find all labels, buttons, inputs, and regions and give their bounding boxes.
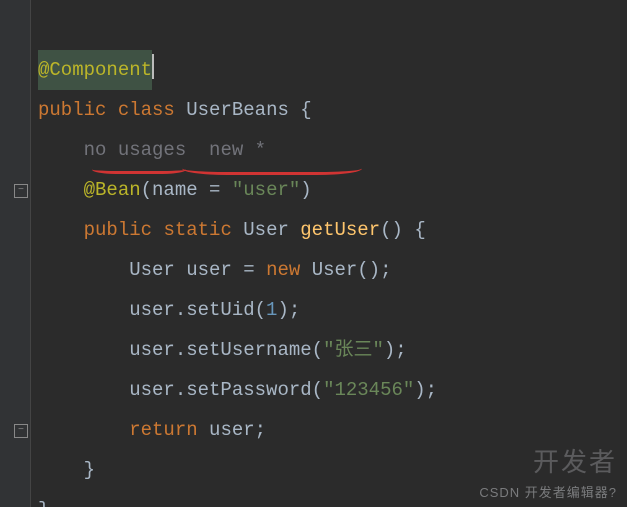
fold-handle-icon[interactable]: − bbox=[14, 184, 28, 198]
call-setuid: user.setUid( bbox=[129, 299, 266, 321]
password-value: "123456" bbox=[323, 379, 414, 401]
return-type: User bbox=[243, 219, 289, 241]
equals: = bbox=[198, 179, 232, 201]
annotation-underline-icon bbox=[182, 162, 362, 175]
paren-open: ( bbox=[141, 179, 152, 201]
local-var: user bbox=[186, 259, 232, 281]
uid-value: 1 bbox=[266, 299, 277, 321]
paren-close: ) bbox=[300, 179, 311, 201]
empty-parens: () bbox=[380, 219, 403, 241]
username-value: "张三" bbox=[323, 339, 384, 361]
close-call: ); bbox=[277, 299, 300, 321]
brace-open: { bbox=[300, 99, 311, 121]
keyword-return: return bbox=[129, 419, 197, 441]
brace-open: { bbox=[414, 219, 425, 241]
return-var: user bbox=[209, 419, 255, 441]
assign: = bbox=[232, 259, 266, 281]
close-call: ); bbox=[414, 379, 437, 401]
keyword-class: class bbox=[118, 99, 175, 121]
watermark-text: CSDN 开发者编辑器? bbox=[479, 482, 617, 501]
annotation-bean: @Bean bbox=[84, 179, 141, 201]
annotation-component: @Component bbox=[38, 59, 152, 81]
semicolon: ; bbox=[380, 259, 391, 281]
brace-close: } bbox=[38, 499, 49, 507]
keyword-public: public bbox=[38, 99, 106, 121]
close-call: ); bbox=[384, 339, 407, 361]
code-editor-area[interactable]: @Component public class UserBeans { no u… bbox=[38, 10, 437, 507]
annotation-underline-icon bbox=[92, 165, 186, 174]
keyword-public: public bbox=[84, 219, 152, 241]
inlay-hint-new: new * bbox=[209, 139, 266, 161]
call-setusername: user.setUsername( bbox=[129, 339, 323, 361]
editor-gutter: − − bbox=[0, 0, 31, 507]
ctor-type: User bbox=[312, 259, 358, 281]
inlay-hint-usages: no usages bbox=[84, 139, 187, 161]
attr-name: name bbox=[152, 179, 198, 201]
watermark-logo: 开发者 bbox=[533, 442, 617, 479]
fold-handle-icon[interactable]: − bbox=[14, 424, 28, 438]
call-setpassword: user.setPassword( bbox=[129, 379, 323, 401]
ctor-parens: () bbox=[357, 259, 380, 281]
keyword-new: new bbox=[266, 259, 300, 281]
method-name: getUser bbox=[300, 219, 380, 241]
text-caret-icon bbox=[152, 54, 154, 79]
local-type: User bbox=[129, 259, 175, 281]
brace-close: } bbox=[84, 459, 95, 481]
keyword-static: static bbox=[163, 219, 231, 241]
semicolon: ; bbox=[255, 419, 266, 441]
class-name: UserBeans bbox=[186, 99, 289, 121]
bean-name-value: "user" bbox=[232, 179, 300, 201]
